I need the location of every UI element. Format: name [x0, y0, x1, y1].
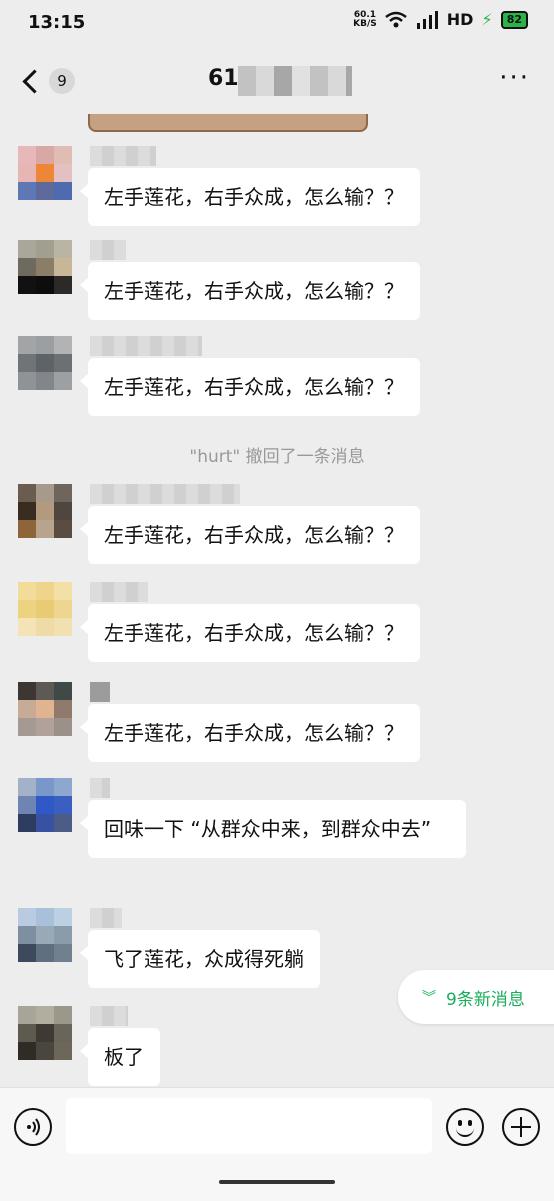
hd-indicator: HD — [446, 10, 474, 29]
new-messages-label: 9条新消息 — [446, 989, 525, 1010]
back-button[interactable]: 9 — [18, 64, 78, 98]
new-messages-button[interactable]: ︾ 9条新消息 — [398, 970, 554, 1024]
sender-name-blurred — [90, 240, 126, 260]
recall-notice: "hurt" 撤回了一条消息 — [189, 447, 365, 467]
message-bubble[interactable]: 左手莲花，右手众成，怎么输？？ — [80, 704, 420, 762]
bolt-icon: ⚡ — [481, 10, 493, 29]
chat-header: 9 61 ··· — [0, 46, 554, 114]
message-input[interactable] — [66, 1098, 432, 1154]
message-bubble[interactable]: 左手莲花，右手众成，怎么输？？ — [80, 506, 420, 564]
avatar[interactable] — [18, 582, 72, 636]
avatar[interactable] — [18, 908, 72, 962]
avatar[interactable] — [18, 682, 72, 736]
wifi-icon — [385, 11, 407, 27]
avatar[interactable] — [18, 778, 72, 832]
message-bubble[interactable]: 飞了莲花，众成得死躺 — [80, 930, 320, 988]
avatar[interactable] — [18, 146, 72, 200]
avatar[interactable] — [18, 240, 72, 294]
avatar[interactable] — [18, 1006, 72, 1060]
message-bubble[interactable]: 回味一下 “从群众中来，到群众中去” — [80, 800, 466, 858]
avatar[interactable] — [18, 484, 72, 538]
input-bar — [0, 1087, 554, 1201]
sender-name-blurred — [90, 908, 122, 928]
sender-name-blurred — [90, 582, 148, 602]
status-time: 13:15 — [28, 12, 86, 33]
sender-name-blurred — [90, 336, 202, 356]
back-chevron-icon — [22, 68, 47, 94]
emoji-icon[interactable] — [446, 1108, 484, 1146]
sender-name-blurred — [90, 778, 110, 798]
message-bubble[interactable]: 左手莲花，右手众成，怎么输？？ — [80, 262, 420, 320]
sender-name-blurred — [90, 1006, 128, 1026]
battery-indicator: 82 — [500, 10, 528, 29]
signal-icon — [416, 10, 438, 29]
home-indicator[interactable] — [219, 1180, 335, 1184]
message-bubble[interactable]: 左手莲花，右手众成，怎么输？？ — [80, 358, 420, 416]
avatar[interactable] — [18, 336, 72, 390]
status-icons: 60.1 KB/S HD ⚡ 82 — [353, 10, 528, 29]
title-blurred — [238, 66, 352, 96]
sender-name-blurred — [90, 484, 240, 504]
chat-title: 61 — [208, 66, 239, 91]
message-bubble[interactable]: 左手莲花，右手众成，怎么输？？ — [80, 168, 420, 226]
message-bubble[interactable]: 左手莲花，右手众成，怎么输？？ — [80, 604, 420, 662]
status-bar: 13:15 60.1 KB/S HD ⚡ 82 — [0, 0, 554, 46]
message-bubble[interactable]: 板了 — [80, 1028, 160, 1086]
unread-count-badge: 9 — [49, 68, 75, 94]
sender-name-blurred — [90, 682, 110, 702]
sender-name-blurred — [90, 146, 156, 166]
voice-icon[interactable] — [14, 1108, 52, 1146]
plus-icon[interactable] — [502, 1108, 540, 1146]
shared-image-remnant[interactable] — [88, 114, 368, 132]
network-speed: 60.1 KB/S — [353, 9, 377, 29]
more-icon[interactable]: ··· — [499, 65, 530, 91]
double-chevron-down-icon: ︾ — [422, 990, 436, 1006]
